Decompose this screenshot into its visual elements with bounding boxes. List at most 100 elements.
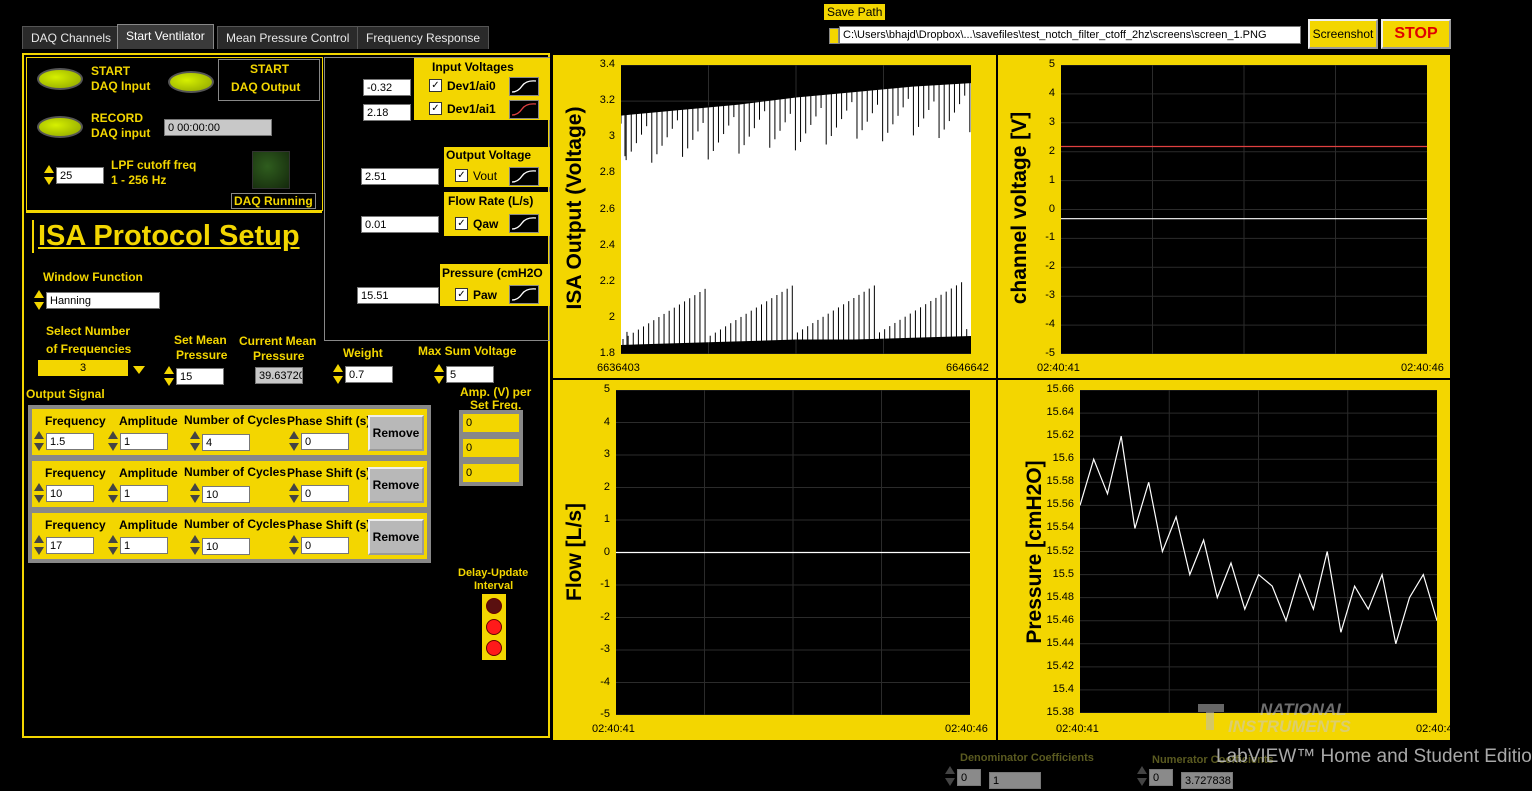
row2-phase-input[interactable]: 0 xyxy=(301,485,349,502)
row2-amplitude-spinner[interactable] xyxy=(108,483,118,503)
isa-output-plot-area[interactable] xyxy=(620,64,973,355)
row3-cycles-input[interactable]: 10 xyxy=(202,538,250,555)
flow-ylabel: Flow [L/s] xyxy=(563,503,586,601)
set-mean-spinner[interactable] xyxy=(164,366,174,386)
denominator-value[interactable]: 1 xyxy=(989,772,1041,789)
row3-cycles-spinner[interactable] xyxy=(190,535,200,555)
window-function-spinner[interactable] xyxy=(34,290,44,310)
ai0-plot-icon[interactable] xyxy=(509,77,539,96)
weight-spinner[interactable] xyxy=(333,364,343,384)
paw-plot-icon[interactable] xyxy=(509,285,539,304)
y-tick-label: 15.44 xyxy=(1046,636,1074,649)
weight-input[interactable]: 0.7 xyxy=(345,366,393,383)
max-sum-input[interactable]: 5 xyxy=(446,366,494,383)
tab-frequency-response[interactable]: Frequency Response xyxy=(357,26,490,49)
tab-mean-pressure-control[interactable]: Mean Pressure Control xyxy=(217,26,359,49)
save-path-input[interactable]: C:\Users\bhajd\Dropbox\...\savefiles\tes… xyxy=(839,26,1301,44)
row1-frequency-spinner[interactable] xyxy=(34,431,44,451)
y-tick-label: -1 xyxy=(600,578,610,590)
row3-amplitude-spinner[interactable] xyxy=(108,535,118,555)
y-tick-label: 3 xyxy=(608,130,615,143)
folder-icon[interactable] xyxy=(829,28,839,44)
tab-daq-channels[interactable]: DAQ Channels xyxy=(22,26,121,49)
row1-amplitude-input[interactable]: 1 xyxy=(120,433,168,450)
y-tick-label: 3 xyxy=(1048,115,1055,128)
stop-button[interactable]: STOP xyxy=(1381,19,1451,49)
lpf-spinner[interactable] xyxy=(44,165,54,185)
start-daq-input-led[interactable] xyxy=(37,68,83,90)
row2-amplitude-label: Amplitude xyxy=(119,466,178,480)
lpf-cutoff-input[interactable]: 25 xyxy=(56,167,104,184)
numerator-spinner[interactable] xyxy=(1137,766,1147,786)
dropdown-arrow-icon[interactable] xyxy=(133,366,145,374)
row3-amplitude-label: Amplitude xyxy=(119,518,178,532)
select-num-label2: of Frequencies xyxy=(46,342,132,356)
row2-cycles-input[interactable]: 10 xyxy=(202,486,250,503)
paw-checkbox[interactable]: ✓ xyxy=(455,288,468,301)
tab-start-ventilator[interactable]: Start Ventilator xyxy=(117,24,214,49)
vout-checkbox[interactable]: ✓ xyxy=(455,169,468,182)
numerator-index[interactable]: 0 xyxy=(1149,769,1173,786)
row3-phase-input[interactable]: 0 xyxy=(301,537,349,554)
row3-amplitude-input[interactable]: 1 xyxy=(120,537,168,554)
y-tick-label: 2 xyxy=(1048,144,1055,157)
y-tick-label: 5 xyxy=(603,383,610,395)
row1-cycles-input[interactable]: 4 xyxy=(202,434,250,451)
row1-phase-input[interactable]: 0 xyxy=(301,433,349,450)
row3-frequency-spinner[interactable] xyxy=(34,535,44,555)
y-tick-label: 15.46 xyxy=(1046,613,1074,626)
row1-remove-button[interactable]: Remove xyxy=(368,415,424,451)
row2-cycles-spinner[interactable] xyxy=(190,483,200,503)
start-daq-output-label1: START xyxy=(250,62,290,76)
row2-frequency-input[interactable]: 10 xyxy=(46,485,94,502)
y-tick-label: 0 xyxy=(1048,202,1055,215)
set-mean-input[interactable]: 15 xyxy=(176,368,224,385)
row1-amplitude-spinner[interactable] xyxy=(108,431,118,451)
y-tick-label: 4 xyxy=(1048,86,1055,99)
row3-frequency-input[interactable]: 17 xyxy=(46,537,94,554)
flow-plot-area[interactable] xyxy=(616,389,970,716)
row3-remove-button[interactable]: Remove xyxy=(368,519,424,555)
flow-x-start: 02:40:41 xyxy=(592,723,635,735)
row1-frequency-input[interactable]: 1.5 xyxy=(46,433,94,450)
window-function-input[interactable]: Hanning xyxy=(46,292,160,309)
y-tick-label: 15.38 xyxy=(1046,706,1074,718)
start-daq-output-led[interactable] xyxy=(168,71,214,93)
record-daq-input-led[interactable] xyxy=(37,116,83,138)
start-daq-output-label2: DAQ Output xyxy=(231,80,301,94)
flow-rate-label: Flow Rate (L/s) xyxy=(448,194,534,208)
y-tick-label: 15.58 xyxy=(1046,475,1074,488)
row2-remove-button[interactable]: Remove xyxy=(368,467,424,503)
isa-output-x-start: 6636403 xyxy=(597,362,640,374)
y-tick-label: 1.8 xyxy=(599,347,615,359)
row1-phase-spinner[interactable] xyxy=(289,431,299,451)
row1-cycles-spinner[interactable] xyxy=(190,431,200,451)
row3-phase-spinner[interactable] xyxy=(289,535,299,555)
channel-voltage-plot-area[interactable] xyxy=(1061,64,1427,355)
amp-per-label1: Amp. (V) per xyxy=(460,385,532,399)
delay-update-label2: Interval xyxy=(474,580,514,592)
row2-frequency-spinner[interactable] xyxy=(34,483,44,503)
row3-frequency-label: Frequency xyxy=(45,518,106,532)
ai1-plot-icon[interactable] xyxy=(509,100,539,119)
denominator-index[interactable]: 0 xyxy=(957,769,981,786)
pressure-plot-area[interactable] xyxy=(1079,389,1438,714)
qaw-plot-icon[interactable] xyxy=(509,214,539,233)
vout-plot-icon[interactable] xyxy=(509,167,539,186)
screenshot-button[interactable]: Screenshot xyxy=(1308,19,1378,49)
row2-amplitude-input[interactable]: 1 xyxy=(120,485,168,502)
row2-phase-spinner[interactable] xyxy=(289,483,299,503)
denominator-spinner[interactable] xyxy=(945,766,955,786)
ni-logo-icon xyxy=(1196,702,1226,732)
start-daq-input-label1: START xyxy=(91,64,131,78)
ai1-checkbox[interactable]: ✓ xyxy=(429,102,442,115)
flow-x-end: 02:40:46 xyxy=(945,723,988,735)
ai0-checkbox[interactable]: ✓ xyxy=(429,79,442,92)
select-num-dropdown[interactable]: 3 xyxy=(38,360,128,376)
max-sum-spinner[interactable] xyxy=(434,364,444,384)
qaw-checkbox[interactable]: ✓ xyxy=(455,217,468,230)
y-tick-label: -1 xyxy=(1045,231,1055,244)
numerator-value[interactable]: 3.727838 xyxy=(1181,772,1233,789)
channel-voltage-ylabel: channel voltage [V] xyxy=(1008,111,1031,305)
ai1-label: Dev1/ai1 xyxy=(447,102,496,116)
